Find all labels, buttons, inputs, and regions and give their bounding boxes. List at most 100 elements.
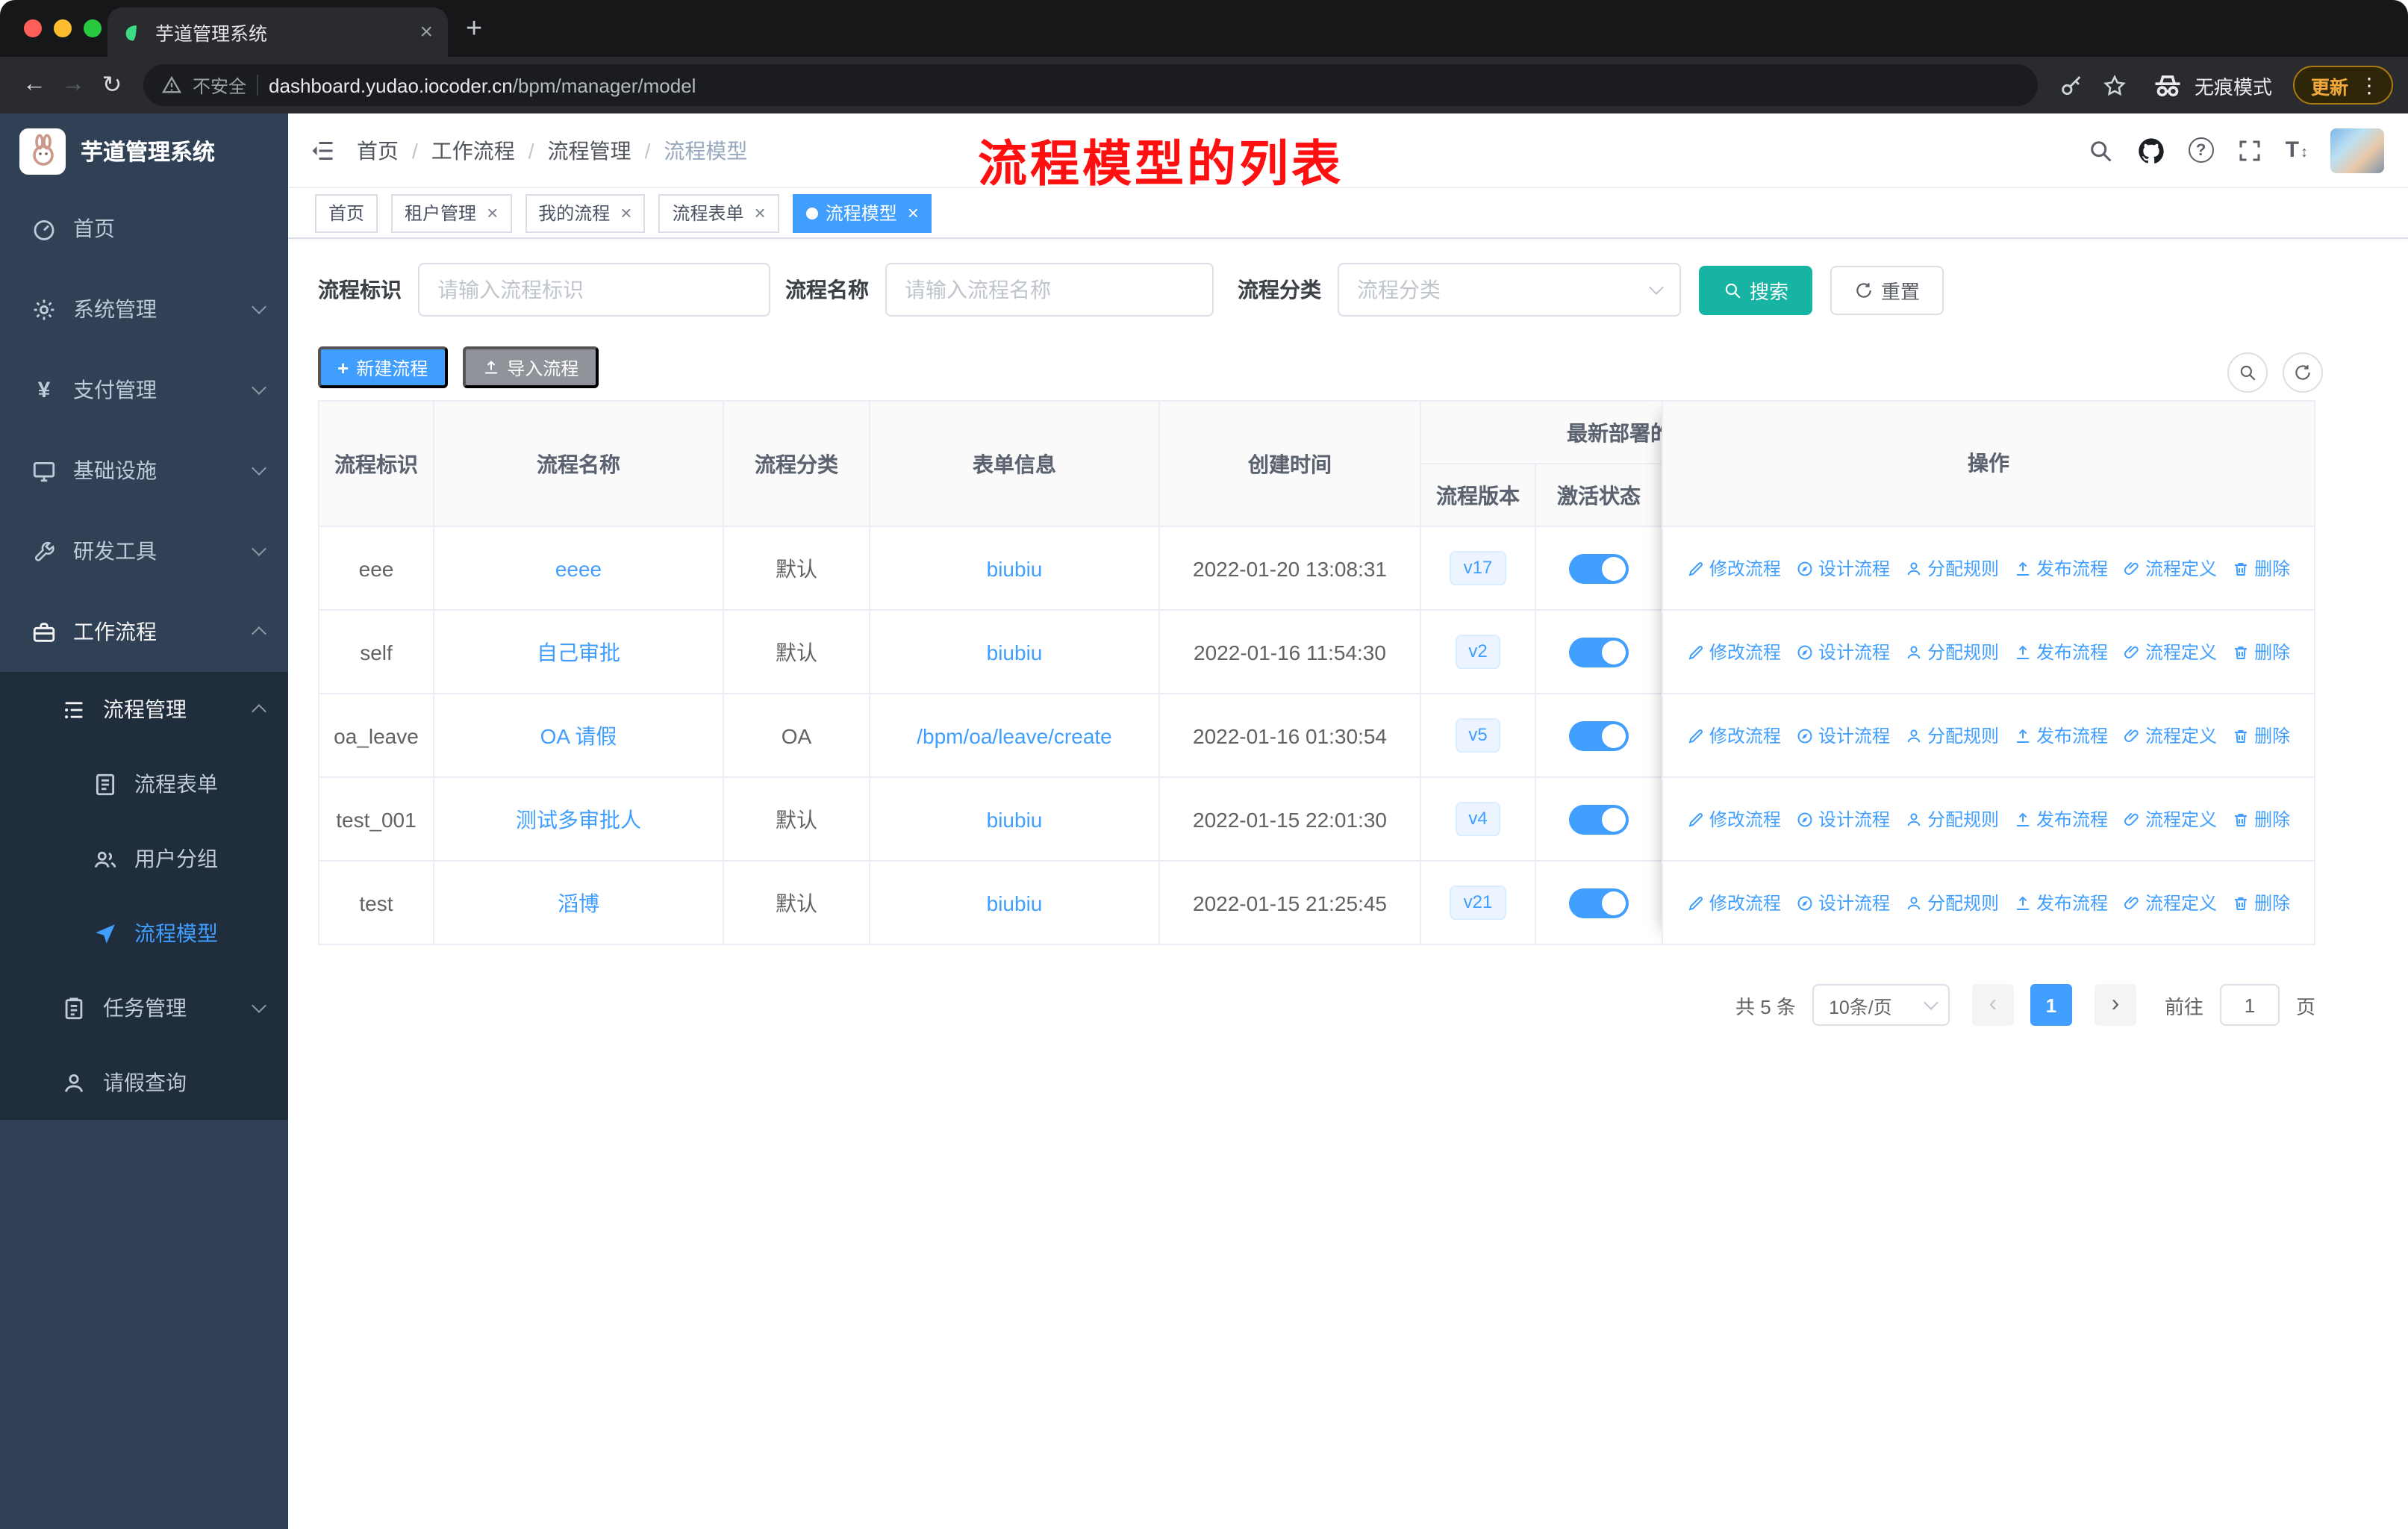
prev-page-button[interactable]: ‹ [1971,984,2014,1026]
close-icon[interactable]: × [620,202,631,224]
delete-process-link[interactable]: 删除 [2232,890,2290,915]
assign-rule-link[interactable]: 分配规则 [1905,806,1999,832]
process-name-link[interactable]: eeee [433,526,724,611]
process-name-link[interactable]: 滔博 [433,860,724,945]
design-process-link[interactable]: 设计流程 [1796,639,1890,664]
delete-process-link[interactable]: 删除 [2232,806,2290,832]
process-definition-link[interactable]: 流程定义 [2123,639,2217,664]
close-icon[interactable]: × [487,202,498,224]
refresh-table-button[interactable] [2283,352,2323,393]
github-icon[interactable] [2136,135,2166,165]
page-size-select[interactable]: 10条/页 [1812,984,1950,1026]
sidebar-item-system[interactable]: 系统管理 [0,269,288,349]
assign-rule-link[interactable]: 分配规则 [1905,723,1999,748]
form-info-link[interactable]: biubiu [869,609,1160,694]
tag-tenant[interactable]: 租户管理 × [391,193,512,232]
publish-process-link[interactable]: 发布流程 [2014,723,2108,748]
process-definition-link[interactable]: 流程定义 [2123,890,2217,915]
browser-menu-icon[interactable]: ⋮ [2359,72,2380,98]
tag-process-model[interactable]: 流程模型 × [792,193,932,232]
search-button[interactable]: 搜索 [1699,265,1813,314]
sidebar-item-home[interactable]: 首页 [0,188,288,269]
next-page-button[interactable]: › [2094,984,2136,1026]
active-toggle[interactable] [1569,888,1629,918]
goto-page-input[interactable] [2219,984,2280,1026]
sidebar-item-user-group[interactable]: 用户分组 [0,821,288,896]
reset-button[interactable]: 重置 [1830,265,1944,314]
process-id-input[interactable] [418,263,770,317]
avatar[interactable] [2330,128,2384,172]
sidebar-item-process-form[interactable]: 流程表单 [0,747,288,821]
forward-button[interactable]: → [54,72,93,99]
modify-process-link[interactable]: 修改流程 [1687,639,1781,664]
font-size-icon[interactable]: T ↕ [2286,137,2308,163]
import-process-button[interactable]: 导入流程 [462,346,599,388]
modify-process-link[interactable]: 修改流程 [1687,890,1781,915]
help-icon[interactable]: ? [2188,137,2214,163]
active-toggle[interactable] [1569,553,1629,583]
modify-process-link[interactable]: 修改流程 [1687,555,1781,581]
process-definition-link[interactable]: 流程定义 [2123,555,2217,581]
active-toggle[interactable] [1569,637,1629,667]
modify-process-link[interactable]: 修改流程 [1687,723,1781,748]
modify-process-link[interactable]: 修改流程 [1687,806,1781,832]
assign-rule-link[interactable]: 分配规则 [1905,639,1999,664]
update-button[interactable]: 更新 ⋮ [2292,66,2393,105]
publish-process-link[interactable]: 发布流程 [2014,555,2108,581]
breadcrumb-process-management[interactable]: 流程管理 [548,135,631,165]
publish-process-link[interactable]: 发布流程 [2014,890,2108,915]
active-toggle[interactable] [1569,720,1629,750]
form-info-link[interactable]: /bpm/oa/leave/create [869,693,1160,778]
process-definition-link[interactable]: 流程定义 [2123,723,2217,748]
process-name-link[interactable]: 自己审批 [433,609,724,694]
sidebar-item-task-management[interactable]: 任务管理 [0,971,288,1045]
delete-process-link[interactable]: 删除 [2232,723,2290,748]
design-process-link[interactable]: 设计流程 [1796,555,1890,581]
form-info-link[interactable]: biubiu [869,776,1160,862]
collapse-sidebar-icon[interactable] [309,137,336,164]
delete-process-link[interactable]: 删除 [2232,639,2290,664]
publish-process-link[interactable]: 发布流程 [2014,639,2108,664]
sidebar-item-devtools[interactable]: 研发工具 [0,511,288,591]
sidebar-item-infrastructure[interactable]: 基础设施 [0,430,288,511]
search-icon[interactable] [2087,137,2114,164]
sidebar-item-leave-query[interactable]: 请假查询 [0,1045,288,1120]
process-name-link[interactable]: OA 请假 [433,693,724,778]
design-process-link[interactable]: 设计流程 [1796,723,1890,748]
design-process-link[interactable]: 设计流程 [1796,806,1890,832]
form-info-link[interactable]: biubiu [869,860,1160,945]
breadcrumb-workflow[interactable]: 工作流程 [431,135,515,165]
back-button[interactable]: ← [15,72,54,99]
toggle-search-button[interactable] [2227,352,2268,393]
close-window-button[interactable] [24,19,42,37]
password-key-icon[interactable] [2059,72,2084,98]
process-name-link[interactable]: 测试多审批人 [433,776,724,862]
design-process-link[interactable]: 设计流程 [1796,890,1890,915]
tag-my-process[interactable]: 我的流程 × [525,193,646,232]
browser-tab[interactable]: 芋道管理系统 × [107,7,448,57]
process-name-input[interactable] [885,263,1214,317]
publish-process-link[interactable]: 发布流程 [2014,806,2108,832]
zoom-window-button[interactable] [84,19,102,37]
reload-button[interactable]: ↻ [93,70,131,100]
minimize-window-button[interactable] [54,19,72,37]
delete-process-link[interactable]: 删除 [2232,555,2290,581]
bookmark-star-icon[interactable] [2102,72,2127,98]
fullscreen-icon[interactable] [2236,137,2263,164]
sidebar-item-process-management[interactable]: 流程管理 [0,672,288,747]
active-toggle[interactable] [1569,804,1629,834]
process-category-select[interactable]: 流程分类 [1338,263,1681,317]
page-number-1[interactable]: 1 [2030,984,2072,1026]
sidebar-item-payment[interactable]: ¥ 支付管理 [0,349,288,430]
breadcrumb-home[interactable]: 首页 [357,135,399,165]
tag-process-form[interactable]: 流程表单 × [658,193,779,232]
close-icon[interactable]: × [755,202,766,224]
assign-rule-link[interactable]: 分配规则 [1905,890,1999,915]
tab-close-icon[interactable]: × [419,21,433,43]
new-tab-button[interactable]: + [466,13,482,46]
create-process-button[interactable]: + 新建流程 [318,346,448,388]
form-info-link[interactable]: biubiu [869,526,1160,611]
assign-rule-link[interactable]: 分配规则 [1905,555,1999,581]
process-definition-link[interactable]: 流程定义 [2123,806,2217,832]
sidebar-item-workflow[interactable]: 工作流程 [0,591,288,672]
